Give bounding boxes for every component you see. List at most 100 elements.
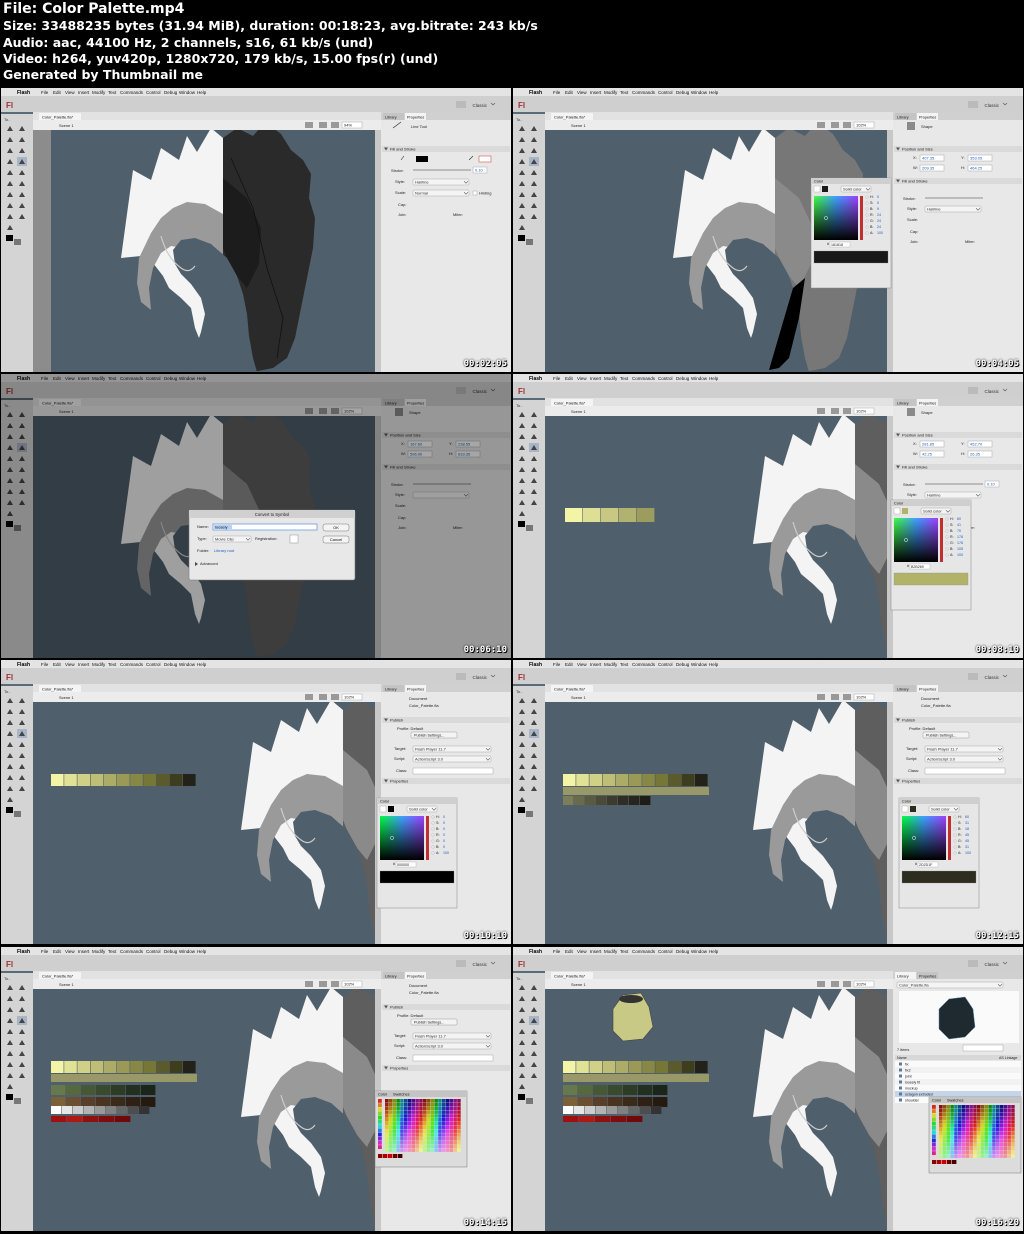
palette-brown-6[interactable] [653, 1097, 668, 1107]
swatch-cell[interactable] [453, 1129, 457, 1133]
swatch-cell[interactable] [442, 1106, 446, 1111]
palette-yellow-9[interactable] [681, 1061, 695, 1073]
app-name[interactable]: Flash [17, 90, 30, 96]
fill-stroke-section-title[interactable]: Fill and Stroke [390, 147, 416, 152]
swatch-cell[interactable] [388, 1099, 393, 1103]
palette-yellow-4[interactable] [637, 508, 655, 522]
palette-yellow-0[interactable] [51, 774, 64, 786]
swatch-cell[interactable] [392, 1148, 397, 1152]
swatch-cell[interactable] [969, 1108, 973, 1113]
swatch-cell[interactable] [388, 1148, 393, 1152]
swatch-cell[interactable] [942, 1124, 947, 1128]
swatch-cell[interactable] [396, 1129, 400, 1133]
swatch-cell[interactable] [973, 1108, 977, 1113]
swatch-cell[interactable] [442, 1121, 446, 1126]
swatch-cell[interactable] [430, 1114, 435, 1118]
palette-yellow-9[interactable] [681, 774, 695, 786]
palette-gray-1[interactable] [62, 1106, 73, 1114]
palette-brown-4[interactable] [623, 1097, 638, 1107]
swatch-cell[interactable] [426, 1129, 431, 1133]
scene-label[interactable]: Scene 1 [571, 982, 586, 987]
palette-gray-4[interactable] [95, 1106, 106, 1114]
swatch-cell[interactable] [965, 1150, 970, 1155]
swatch-cell[interactable] [984, 1150, 989, 1155]
menu-modify[interactable]: Modify [92, 662, 106, 667]
swatch-cell[interactable] [942, 1150, 947, 1155]
swatch-cell[interactable] [958, 1146, 962, 1151]
swatch-cell[interactable] [419, 1137, 423, 1141]
swatch-cell[interactable] [426, 1144, 431, 1149]
scene-label[interactable]: Scene 1 [59, 695, 74, 700]
workspace-switcher[interactable]: Classic [984, 389, 999, 394]
swatch-cell[interactable] [958, 1127, 962, 1132]
swatch-cell[interactable] [984, 1135, 989, 1139]
swatch-cell[interactable] [411, 1137, 416, 1141]
swatch-cell[interactable] [946, 1105, 951, 1109]
fill-color-swatch[interactable] [14, 239, 21, 245]
swatch-cell[interactable] [988, 1105, 992, 1109]
swatch-cell[interactable] [1011, 1124, 1015, 1128]
stroke-color-chip[interactable] [901, 805, 909, 813]
menu-help[interactable]: Help [197, 662, 207, 667]
palette-brown-3[interactable] [608, 1097, 623, 1107]
channel-value-s[interactable]: 31 [965, 821, 969, 825]
swatch-cell[interactable] [419, 1102, 423, 1107]
swatch-cell[interactable] [961, 1135, 966, 1139]
swatch-cell[interactable] [992, 1146, 996, 1151]
swatch-cell[interactable] [445, 1099, 450, 1103]
swatch-cell[interactable] [411, 1110, 416, 1114]
search-box-icon[interactable] [456, 101, 466, 108]
palette-yellow-10[interactable] [695, 774, 708, 786]
palette-gray-6[interactable] [117, 1106, 128, 1114]
swatch-cell[interactable] [932, 1109, 936, 1113]
swatch-cell[interactable] [932, 1121, 936, 1126]
channel-value-g[interactable]: 24 [877, 219, 881, 223]
channel-value-h[interactable]: 0 [877, 195, 879, 199]
palette-yellow-7[interactable] [143, 774, 156, 786]
swatch-cell[interactable] [932, 1138, 936, 1143]
swatch-cell[interactable] [442, 1137, 446, 1141]
swatch-cell[interactable] [946, 1143, 951, 1147]
palette-olive-1[interactable] [574, 796, 585, 805]
swatch-cell[interactable] [407, 1129, 412, 1133]
swatch-cell[interactable] [946, 1135, 951, 1139]
swatch-cell[interactable] [965, 1112, 970, 1117]
menu-view[interactable]: View [577, 662, 587, 667]
swatch-cell[interactable] [457, 1133, 461, 1137]
swatch-cell[interactable] [407, 1099, 412, 1103]
swatch-cell[interactable] [438, 1106, 442, 1111]
swatch-cell[interactable] [442, 1102, 446, 1107]
swatch-cell[interactable] [400, 1129, 404, 1133]
swatch-cell[interactable] [939, 1108, 943, 1113]
channel-value-bl[interactable]: 105 [957, 547, 963, 551]
swatch-cell[interactable] [999, 1143, 1004, 1147]
swatch-cell[interactable] [932, 1142, 936, 1147]
swatch-cell[interactable] [392, 1099, 397, 1103]
menu-view[interactable]: View [577, 949, 587, 954]
swatch-cell[interactable] [404, 1129, 408, 1133]
hex-value[interactable]: 181818 [831, 243, 843, 247]
swatch-cell[interactable] [958, 1112, 962, 1117]
ok-button-label[interactable]: OK [333, 525, 339, 530]
swatch-cell[interactable] [939, 1150, 943, 1155]
menu-control[interactable]: Control [658, 949, 673, 954]
palette-yellow-7[interactable] [655, 774, 668, 786]
fill-color-chip[interactable] [822, 186, 828, 192]
swatch-cell[interactable] [400, 1137, 404, 1141]
fill-color-swatch[interactable] [526, 1098, 533, 1104]
swatch-cell[interactable] [980, 1105, 985, 1109]
swatch-cell[interactable] [1007, 1143, 1011, 1147]
swatch-cell[interactable] [445, 1140, 450, 1145]
swatch-cell[interactable] [954, 1120, 958, 1124]
palette-yellow-6[interactable] [642, 774, 655, 786]
publish-section-title[interactable]: Publish [902, 718, 915, 723]
palette-red-1[interactable] [67, 1116, 83, 1122]
swatch-cell[interactable] [419, 1140, 423, 1145]
swatch-cell[interactable] [973, 1112, 977, 1117]
menu-commands[interactable]: Commands [632, 949, 656, 954]
channel-value-a[interactable]: 100 [965, 851, 971, 855]
swatch-cell[interactable] [434, 1125, 438, 1130]
swatch-cell[interactable] [449, 1102, 454, 1107]
swatch-cell[interactable] [999, 1112, 1004, 1117]
swatch-cell[interactable] [984, 1105, 989, 1109]
